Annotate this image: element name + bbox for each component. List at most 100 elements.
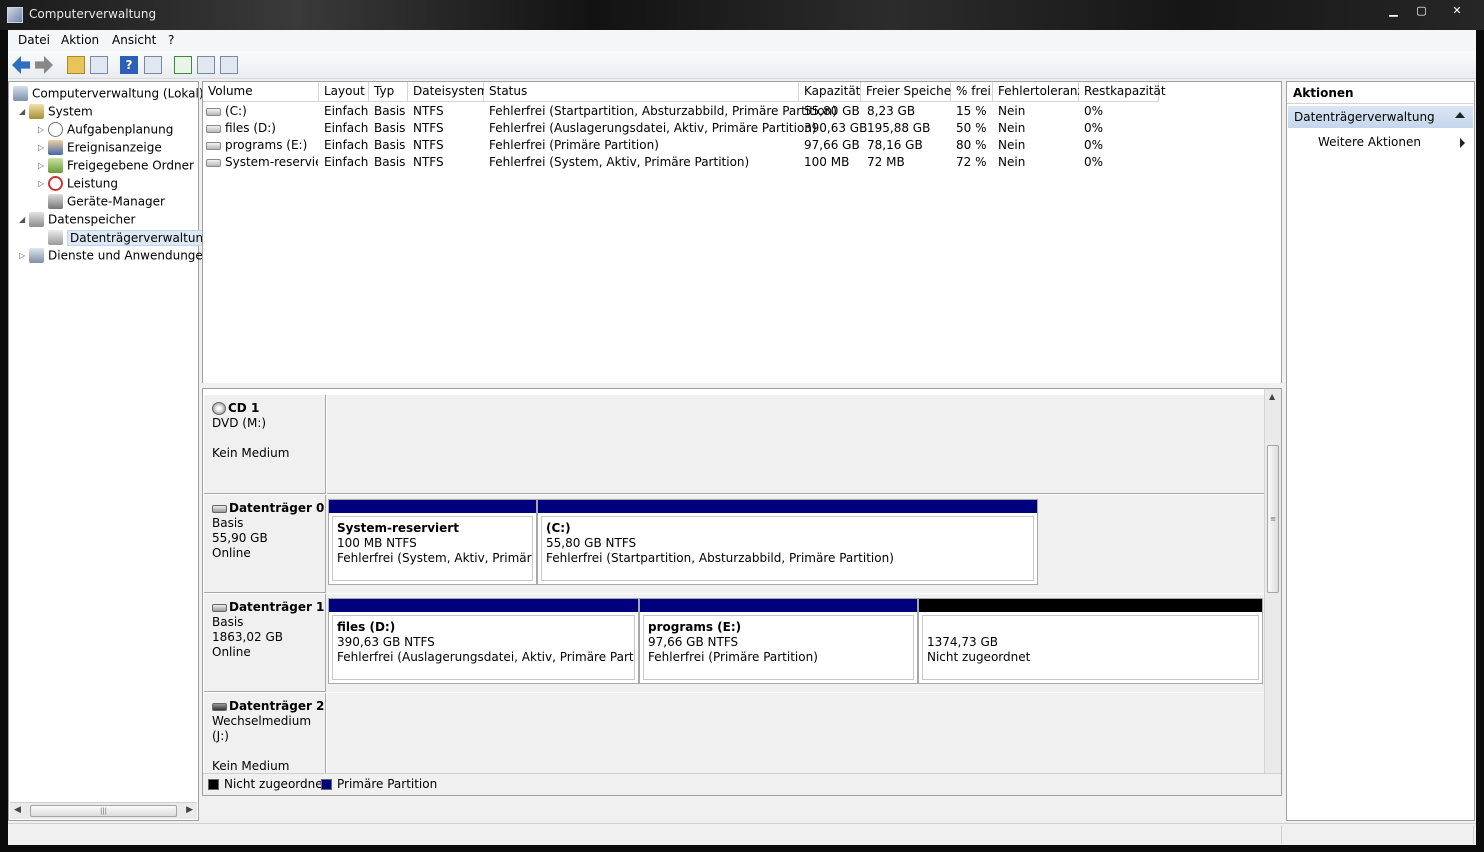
column-header-layout[interactable]: Layout <box>319 82 369 102</box>
tree-item-ereignisanzeige[interactable]: ▷ Ereignisanzeige <box>38 139 162 157</box>
cell-restkapazitaet: 0% <box>1084 155 1104 169</box>
cell-status: Fehlerfrei (Auslagerungsdatei, Aktiv, Pr… <box>489 121 817 135</box>
services-icon <box>29 248 44 263</box>
column-header-dateisystem[interactable]: Dateisystem <box>408 82 488 102</box>
collapse-caret-icon[interactable] <box>1455 112 1465 118</box>
expand-arrow-icon[interactable]: ▷ <box>38 176 48 192</box>
menu-aktion[interactable]: Aktion <box>61 33 99 47</box>
scrollbar-thumb[interactable]: ≡ <box>1267 445 1279 593</box>
cell-freier-speicher: 72 MB <box>867 155 905 169</box>
disk-state: Online <box>212 645 251 659</box>
tree-item-dienste[interactable]: ▷ Dienste und Anwendungen <box>19 247 210 265</box>
menu-ansicht[interactable]: Ansicht <box>112 33 156 47</box>
maximize-button[interactable]: ▢ <box>1408 2 1435 20</box>
partition-unallocated[interactable]: 1374,73 GB Nicht zugeordnet <box>918 598 1263 684</box>
cell-dateisystem: NTFS <box>413 155 444 169</box>
up-folder-icon[interactable] <box>67 56 85 74</box>
tree-horizontal-scrollbar[interactable]: ◀ ||| ▶ <box>10 802 197 819</box>
cell-typ: Basis <box>374 121 406 135</box>
menu-datei[interactable]: Datei <box>18 33 50 47</box>
show-hide-action-icon[interactable] <box>144 56 162 74</box>
table-row[interactable]: (C:) <box>206 103 318 120</box>
partition-c[interactable]: (C:) 55,80 GB NTFS Fehlerfrei (Startpart… <box>537 499 1038 585</box>
disk-label-0[interactable]: Datenträger 0 Basis 55,90 GB Online <box>204 495 326 593</box>
minimize-button[interactable]: ▁ <box>1380 2 1407 20</box>
partition-d[interactable]: files (D:) 390,63 GB NTFS Fehlerfrei (Au… <box>328 598 639 684</box>
event-viewer-icon <box>48 140 63 155</box>
forward-arrow-icon[interactable] <box>35 56 53 74</box>
actions-pane: Aktionen Datenträgerverwaltung Weitere A… <box>1286 81 1475 821</box>
cell-freier-speicher: 8,23 GB <box>867 104 916 118</box>
tree-item-geraete-manager[interactable]: Geräte-Manager <box>48 193 165 211</box>
partition-e[interactable]: programs (E:) 97,66 GB NTFS Fehlerfrei (… <box>639 598 918 684</box>
expand-arrow-icon[interactable]: ▷ <box>19 248 29 264</box>
client-area: Datei Aktion Ansicht ? ? Computerverwalt… <box>8 30 1476 845</box>
scroll-right-icon[interactable]: ▶ <box>186 805 193 815</box>
tree-item-root[interactable]: Computerverwaltung (Lokal) <box>13 85 204 103</box>
scroll-up-icon[interactable]: ▲ <box>1269 392 1275 401</box>
volume-icon <box>206 107 221 116</box>
tree-item-leistung[interactable]: ▷ Leistung <box>38 175 118 193</box>
help-icon[interactable]: ? <box>120 56 138 74</box>
column-header-status[interactable]: Status <box>484 82 799 102</box>
column-header-freier-speicher[interactable]: Freier Speicher <box>861 82 956 102</box>
tree-item-datentraegerverwaltung[interactable]: Datenträgerverwaltung <box>48 229 214 247</box>
cell-dateisystem: NTFS <box>413 121 444 135</box>
volume-icon <box>206 124 221 133</box>
legend-swatch-unallocated <box>208 779 219 790</box>
menu-help[interactable]: ? <box>168 33 174 47</box>
partition-system-reserved[interactable]: System-reserviert 100 MB NTFS Fehlerfrei… <box>328 499 537 585</box>
status-segment <box>8 826 1282 844</box>
table-row[interactable]: files (D:) <box>206 120 318 137</box>
disk-area-empty <box>327 395 1265 494</box>
show-hide-tree-icon[interactable] <box>90 56 108 74</box>
cell-restkapazitaet: 0% <box>1084 104 1104 118</box>
disk-label-1[interactable]: Datenträger 1 Basis 1863,02 GB Online <box>204 594 326 692</box>
column-header-prozent-frei[interactable]: % frei <box>951 82 993 102</box>
disk-type: Basis <box>212 615 244 629</box>
column-header-fehlertoleranz[interactable]: Fehlertoleranz <box>993 82 1084 102</box>
disk-media-status: Kein Medium <box>212 759 290 773</box>
export-list-icon[interactable] <box>220 56 238 74</box>
properties-icon[interactable] <box>197 56 215 74</box>
table-row[interactable]: programs (E:) <box>206 137 318 154</box>
tree-item-freigegebene-ordner[interactable]: ▷ Freigegebene Ordner <box>38 157 194 175</box>
volume-icon <box>206 141 221 150</box>
tree-item-system[interactable]: ◢ System <box>19 103 93 121</box>
actions-section-datentraegerverwaltung[interactable]: Datenträgerverwaltung <box>1288 106 1473 128</box>
disk-view-vertical-scrollbar[interactable]: ▲ ≡ ▼ <box>1264 389 1281 795</box>
table-row[interactable]: System-reserviert <box>206 154 318 171</box>
cell-layout: Einfach <box>324 104 369 118</box>
close-button[interactable]: ✕ <box>1436 2 1478 20</box>
column-header-volume[interactable]: Volume <box>203 82 319 102</box>
collapse-arrow-icon[interactable]: ◢ <box>19 212 29 228</box>
legend: Nicht zugeordnet Primäre Partition <box>203 773 1281 795</box>
tools-icon <box>29 104 44 119</box>
partition-body: programs (E:) 97,66 GB NTFS Fehlerfrei (… <box>643 615 914 680</box>
column-header-typ[interactable]: Typ <box>369 82 408 102</box>
clock-icon <box>48 122 63 137</box>
refresh-icon[interactable] <box>174 56 192 74</box>
scrollbar-thumb[interactable]: ||| <box>30 805 177 817</box>
tree-item-datenspeicher[interactable]: ◢ Datenspeicher <box>19 211 135 229</box>
weitere-aktionen-item[interactable]: Weitere Aktionen <box>1288 132 1473 152</box>
column-header-restkapazitaet[interactable]: Restkapazität <box>1079 82 1166 102</box>
window-title: Computerverwaltung <box>29 7 157 21</box>
computer-icon <box>13 86 28 101</box>
cell-typ: Basis <box>374 104 406 118</box>
partition-body: System-reserviert 100 MB NTFS Fehlerfrei… <box>332 516 533 581</box>
tree-item-aufgabenplanung[interactable]: ▷ Aufgabenplanung <box>38 121 173 139</box>
expand-arrow-icon[interactable]: ▷ <box>38 122 48 138</box>
expand-arrow-icon[interactable]: ▷ <box>38 158 48 174</box>
cell-layout: Einfach <box>324 155 369 169</box>
column-header-kapazitaet[interactable]: Kapazität <box>799 82 861 102</box>
collapse-arrow-icon[interactable]: ◢ <box>19 104 29 120</box>
back-arrow-icon[interactable] <box>12 56 30 74</box>
partition-bar <box>329 599 638 612</box>
cell-fehlertoleranz: Nein <box>998 121 1026 135</box>
scroll-left-icon[interactable]: ◀ <box>14 805 21 815</box>
expand-arrow-icon[interactable]: ▷ <box>38 140 48 156</box>
cell-status: Fehlerfrei (Primäre Partition) <box>489 138 659 152</box>
disk-label-cd1[interactable]: CD 1 DVD (M:) Kein Medium <box>204 395 326 494</box>
legend-label-unallocated: Nicht zugeordnet <box>224 777 328 791</box>
